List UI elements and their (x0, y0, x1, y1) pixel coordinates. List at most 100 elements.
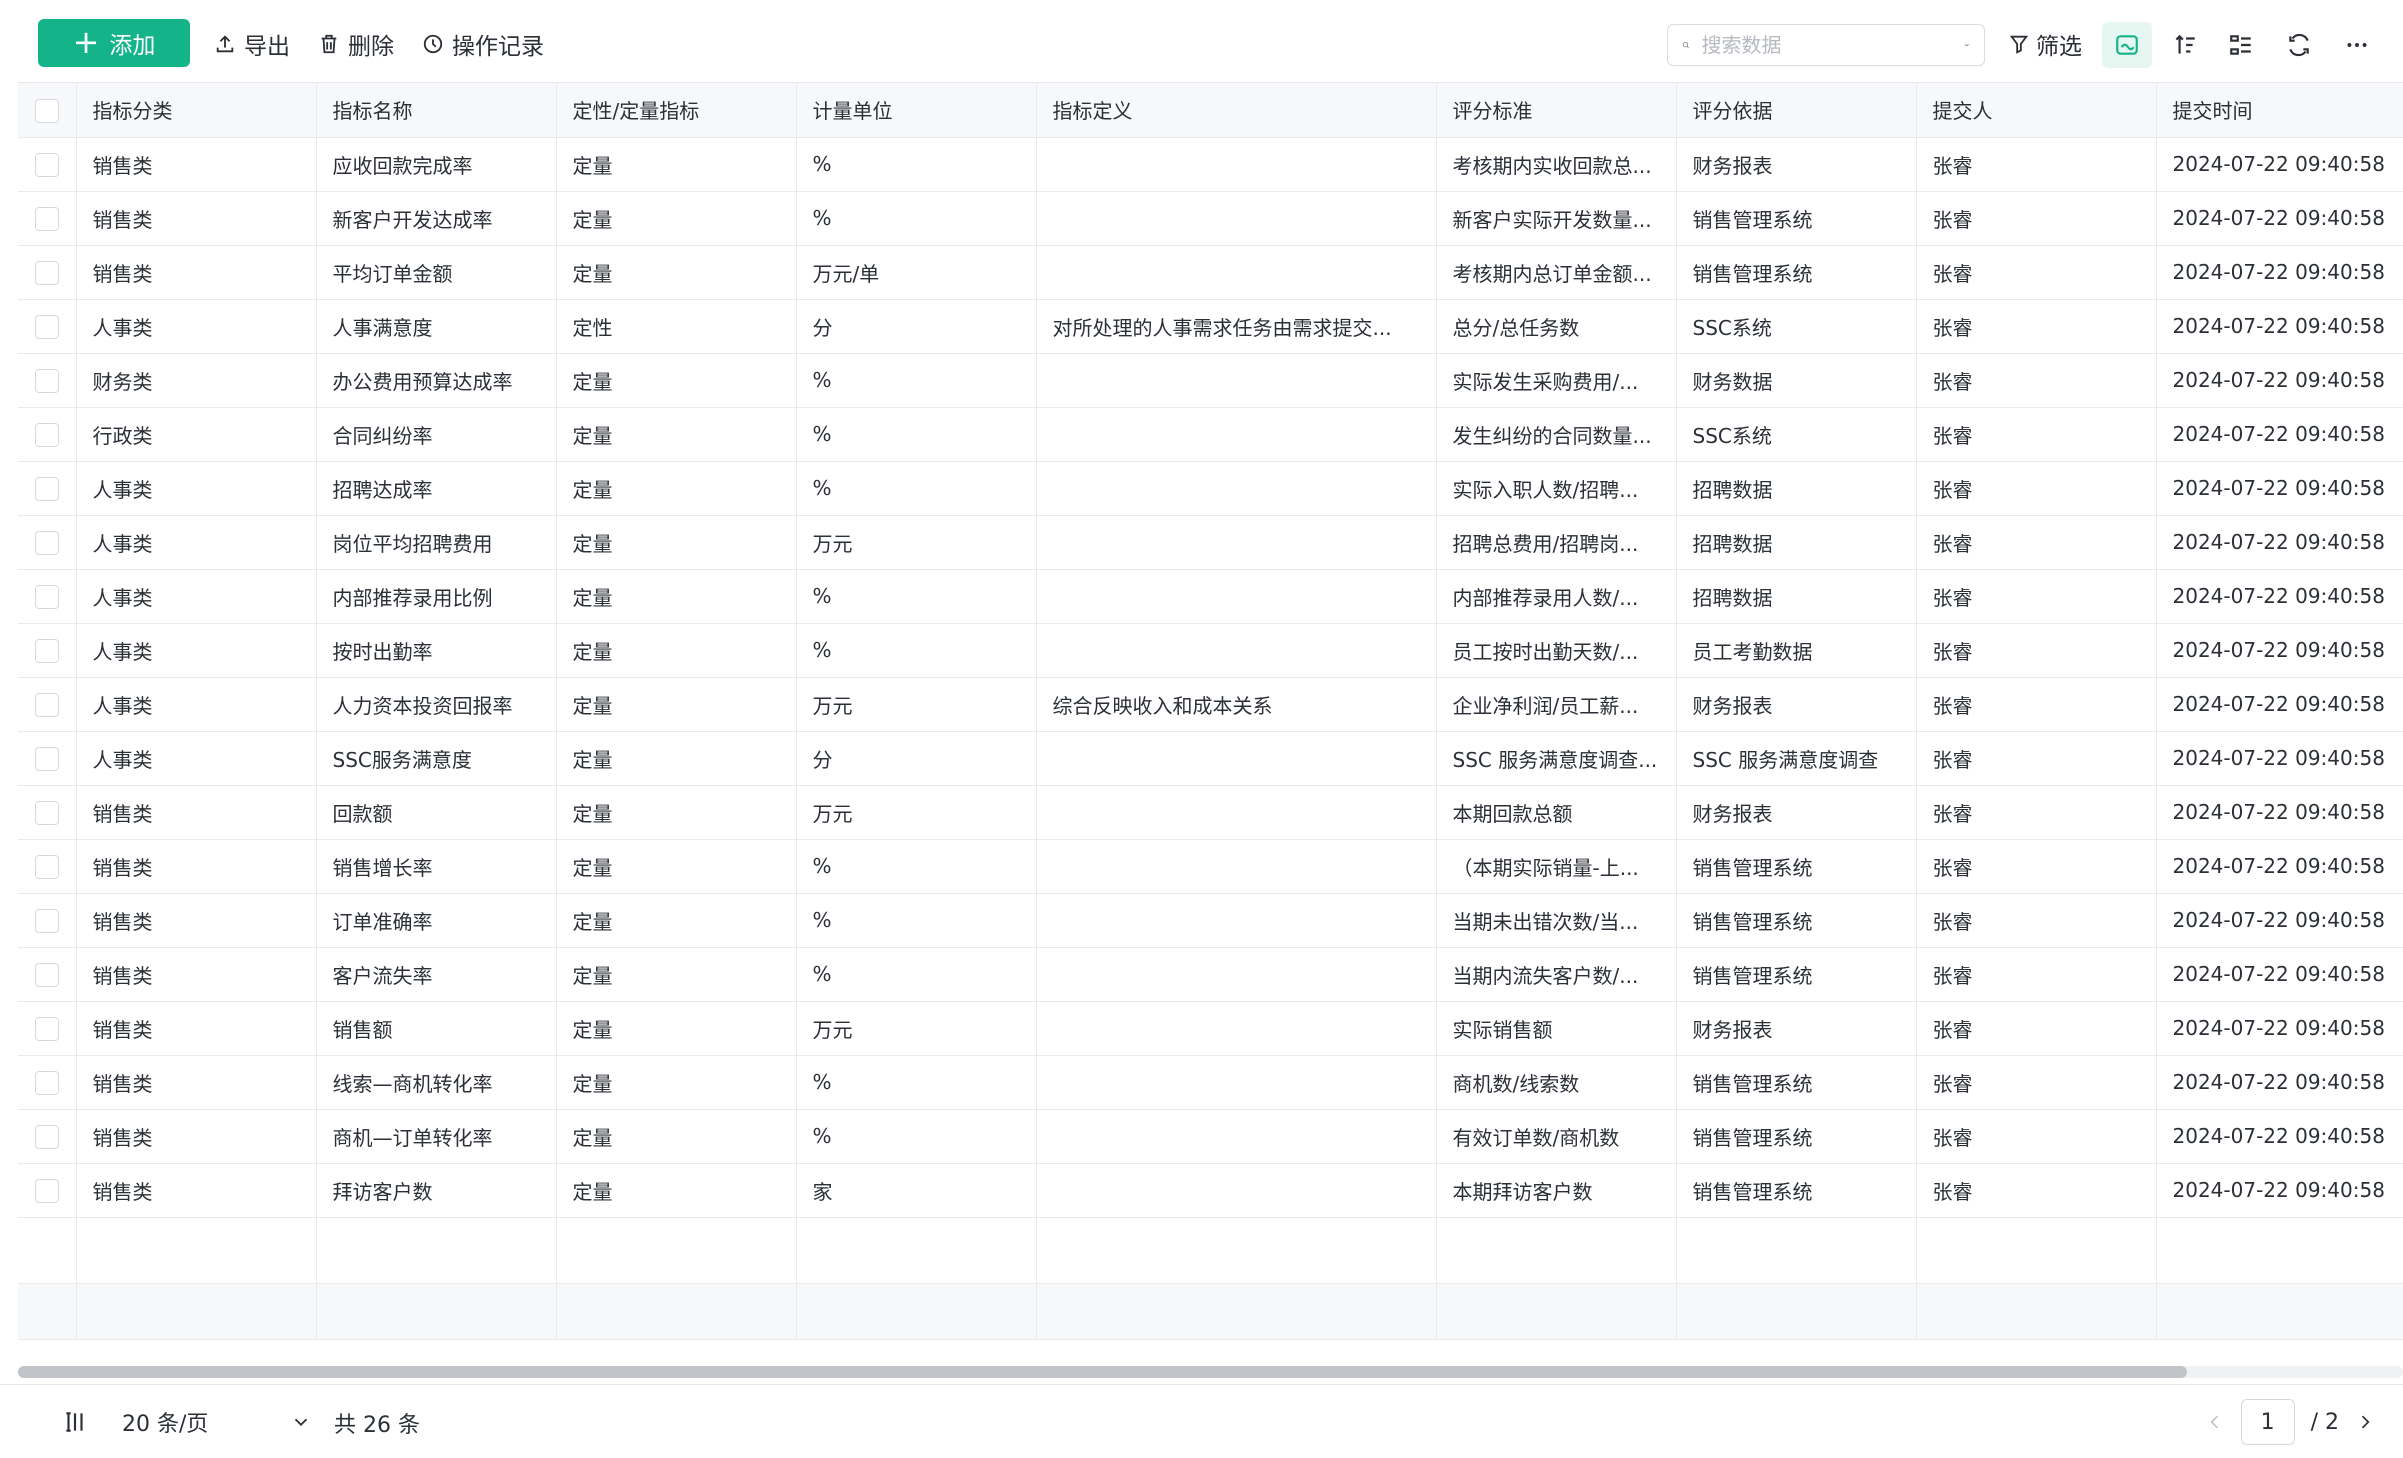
table-cell[interactable]: 定量 (556, 947, 797, 1002)
table-cell[interactable]: 人事类 (76, 731, 317, 786)
table-row[interactable]: 销售类 销售增长率 定量% （本期实际销量-上... 销售管理系统 张睿 2024-07-2… (18, 839, 2403, 894)
table-cell[interactable]: 定量 (556, 515, 797, 570)
table-cell[interactable]: 客户流失率 (316, 947, 557, 1002)
table-cell[interactable]: % (796, 461, 1037, 516)
table-cell[interactable]: 销售管理系统 (1676, 1163, 1917, 1218)
table-cell[interactable]: % (796, 1055, 1037, 1110)
table-cell[interactable]: 销售类 (76, 245, 317, 300)
table-cell[interactable]: 2024-07-22 09:40:58 (2156, 1163, 2403, 1218)
row-select-cell[interactable] (18, 515, 77, 570)
table-cell[interactable]: 张睿 (1916, 1001, 2157, 1056)
table-cell[interactable]: 定量 (556, 461, 797, 516)
row-select-cell[interactable] (18, 191, 77, 246)
row-checkbox[interactable] (34, 638, 59, 663)
table-cell[interactable]: 人力资本投资回报率 (316, 677, 557, 732)
row-checkbox[interactable] (34, 422, 59, 447)
column-header[interactable]: 指标分类 (76, 83, 317, 138)
row-checkbox[interactable] (34, 800, 59, 825)
table-cell[interactable]: 新客户开发达成率 (316, 191, 557, 246)
table-cell[interactable]: 销售管理系统 (1676, 191, 1917, 246)
table-row[interactable]: 人事类 按时出勤率 定量% 员工按时出勤天数/... 员工考勤数据 张睿 2024-07-2… (18, 623, 2403, 678)
row-select-cell[interactable] (18, 407, 77, 462)
table-cell[interactable]: 人事满意度 (316, 299, 557, 354)
table-cell[interactable]: 人事类 (76, 299, 317, 354)
table-cell[interactable]: 2024-07-22 09:40:58 (2156, 785, 2403, 840)
table-cell[interactable]: 考核期内实收回款总... (1436, 137, 1677, 192)
row-checkbox[interactable] (34, 908, 59, 933)
chevron-down-icon[interactable] (1963, 34, 1971, 56)
table-cell[interactable]: 张睿 (1916, 947, 2157, 1002)
table-cell[interactable]: 商机—订单转化率 (316, 1109, 557, 1164)
table-cell[interactable]: 定量 (556, 1109, 797, 1164)
row-select-cell[interactable] (18, 137, 77, 192)
delete-button[interactable]: 删除 (318, 26, 394, 62)
table-cell[interactable]: 人事类 (76, 461, 317, 516)
table-cell[interactable]: 有效订单数/商机数 (1436, 1109, 1677, 1164)
table-row[interactable]: 销售类 销售额 定量 万元 实际销售额 财务报表 张睿 2024-07-22 09:40:58 (18, 1001, 2403, 1056)
table-cell[interactable]: % (796, 407, 1037, 462)
search-box[interactable] (1667, 24, 1985, 66)
table-cell[interactable]: 2024-07-22 09:40:58 (2156, 893, 2403, 948)
table-cell[interactable] (1036, 893, 1437, 948)
table-cell[interactable]: % (796, 839, 1037, 894)
row-select-cell[interactable] (18, 731, 77, 786)
view-toggle-button[interactable] (2102, 22, 2152, 68)
table-cell[interactable]: % (796, 191, 1037, 246)
row-checkbox[interactable] (34, 206, 59, 231)
table-cell[interactable]: 定量 (556, 785, 797, 840)
table-cell[interactable]: 2024-07-22 09:40:58 (2156, 947, 2403, 1002)
filter-button[interactable]: 筛选 (2008, 26, 2082, 62)
table-cell[interactable]: 张睿 (1916, 461, 2157, 516)
table-cell[interactable]: 行政类 (76, 407, 317, 462)
table-cell[interactable]: 财务报表 (1676, 1001, 1917, 1056)
table-cell[interactable]: 定量 (556, 731, 797, 786)
table-cell[interactable]: 2024-07-22 09:40:58 (2156, 839, 2403, 894)
table-cell[interactable]: 定量 (556, 623, 797, 678)
row-select-cell[interactable] (18, 353, 77, 408)
table-cell[interactable]: 2024-07-22 09:40:58 (2156, 569, 2403, 624)
table-cell[interactable]: 员工按时出勤天数/... (1436, 623, 1677, 678)
table-cell[interactable] (1036, 353, 1437, 408)
table-cell[interactable]: 定量 (556, 839, 797, 894)
table-cell[interactable]: 张睿 (1916, 785, 2157, 840)
table-cell[interactable]: 分 (796, 299, 1037, 354)
table-cell[interactable]: 定量 (556, 245, 797, 300)
table-cell[interactable]: 张睿 (1916, 353, 2157, 408)
table-cell[interactable] (1036, 731, 1437, 786)
table-cell[interactable]: 张睿 (1916, 731, 2157, 786)
table-cell[interactable]: 张睿 (1916, 893, 2157, 948)
table-cell[interactable]: 应收回款完成率 (316, 137, 557, 192)
table-row[interactable]: 财务类 办公费用预算达成率 定量% 实际发生采购费用/... 财务数据 张睿 2024-07… (18, 353, 2403, 408)
table-cell[interactable]: 2024-07-22 09:40:58 (2156, 1001, 2403, 1056)
refresh-button[interactable] (2274, 22, 2324, 68)
current-page-input[interactable]: 1 (2240, 1399, 2295, 1445)
table-cell[interactable]: 2024-07-22 09:40:58 (2156, 191, 2403, 246)
table-cell[interactable]: % (796, 893, 1037, 948)
table-cell[interactable]: 万元 (796, 515, 1037, 570)
table-cell[interactable]: SSC 服务满意度调查 (1676, 731, 1917, 786)
table-cell[interactable] (1036, 1055, 1437, 1110)
table-cell[interactable]: 2024-07-22 09:40:58 (2156, 407, 2403, 462)
table-cell[interactable]: 财务数据 (1676, 353, 1917, 408)
column-header[interactable]: 评分标准 (1436, 83, 1677, 138)
table-cell[interactable]: 拜访客户数 (316, 1163, 557, 1218)
table-cell[interactable]: 定量 (556, 1055, 797, 1110)
table-cell[interactable]: 销售管理系统 (1676, 893, 1917, 948)
table-cell[interactable]: 实际发生采购费用/... (1436, 353, 1677, 408)
row-checkbox[interactable] (34, 962, 59, 987)
table-cell[interactable]: 定量 (556, 1163, 797, 1218)
row-select-cell[interactable] (18, 245, 77, 300)
table-cell[interactable]: 当期未出错次数/当... (1436, 893, 1677, 948)
row-select-cell[interactable] (18, 1001, 77, 1056)
search-input[interactable] (1699, 32, 1953, 58)
add-button[interactable]: + 添加 (38, 19, 190, 67)
table-cell[interactable]: 万元 (796, 677, 1037, 732)
column-header[interactable]: 定性/定量指标 (556, 83, 797, 138)
table-cell[interactable]: SSC服务满意度 (316, 731, 557, 786)
table-cell[interactable] (1036, 1109, 1437, 1164)
table-cell[interactable]: 张睿 (1916, 407, 2157, 462)
table-row[interactable]: 销售类 线索—商机转化率 定量% 商机数/线索数 销售管理系统 张睿 2024-07-22 … (18, 1055, 2403, 1110)
table-cell[interactable] (1036, 407, 1437, 462)
row-select-cell[interactable] (18, 623, 77, 678)
table-cell[interactable]: 万元 (796, 785, 1037, 840)
